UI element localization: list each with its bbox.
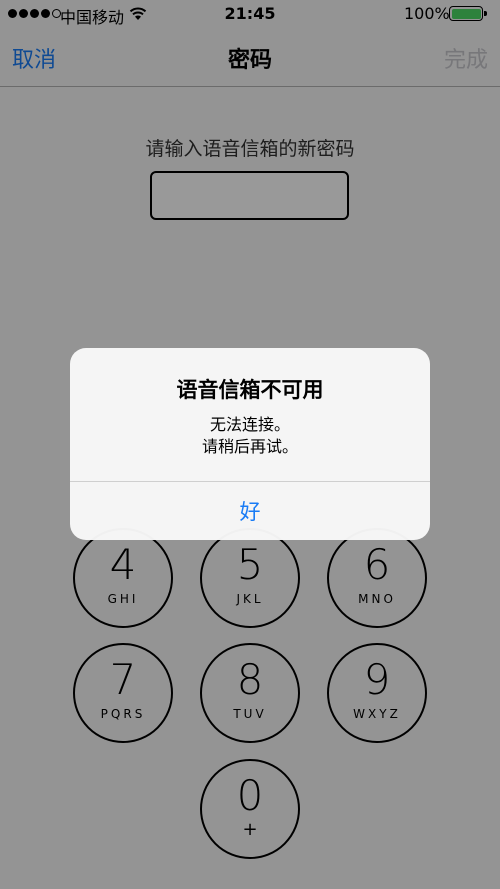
ok-button[interactable]: 好 — [70, 482, 430, 540]
alert-message-line: 请稍后再试。 — [201, 437, 298, 456]
alert-message-line: 无法连接。 — [209, 415, 290, 434]
alert-title: 语音信箱不可用 — [176, 378, 324, 402]
alert-message: 无法连接。 请稍后再试。 — [70, 414, 430, 458]
alert-dialog: 语音信箱不可用 无法连接。 请稍后再试。 好 — [70, 348, 430, 540]
